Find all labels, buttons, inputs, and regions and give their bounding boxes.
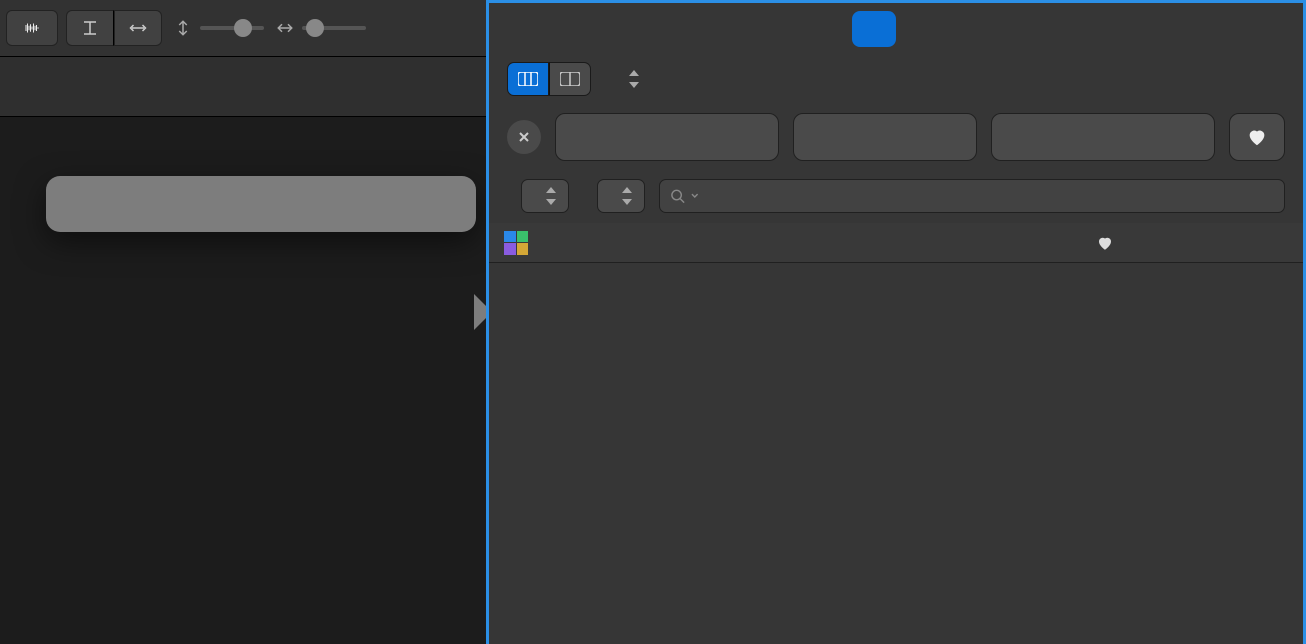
signature-select[interactable] (597, 179, 645, 213)
chevron-updown-icon (620, 186, 634, 206)
waveform-tool-button[interactable] (6, 10, 58, 46)
vertical-zoom-slider[interactable] (174, 19, 264, 37)
loop-browser-panel (486, 0, 1306, 644)
table-header (489, 223, 1303, 263)
button-view-button[interactable] (549, 62, 591, 96)
genre-filter-button[interactable] (793, 113, 977, 161)
column-header-favorite[interactable] (1079, 234, 1131, 252)
search-input[interactable] (705, 186, 1274, 207)
timeline-ruler[interactable] (0, 57, 486, 117)
column-view-button[interactable] (507, 62, 549, 96)
soundpacks-dropdown[interactable] (619, 69, 641, 89)
tab-apple-loops[interactable] (852, 11, 896, 47)
loop-type-column-icon[interactable] (504, 231, 528, 255)
toolbar (0, 0, 486, 57)
tab-untagged-loops[interactable] (896, 11, 940, 47)
chevron-updown-icon (627, 69, 641, 89)
descriptors-filter-button[interactable] (991, 113, 1215, 161)
horizontal-snap-button[interactable] (114, 10, 162, 46)
vertical-snap-button[interactable] (66, 10, 114, 46)
chevron-down-icon (691, 192, 699, 200)
loop-types-popover (46, 176, 476, 232)
clear-filters-button[interactable] (507, 120, 541, 154)
chevron-updown-icon (544, 186, 558, 206)
instrument-filter-button[interactable] (555, 113, 779, 161)
search-box[interactable] (659, 179, 1285, 213)
favorites-filter-button[interactable] (1229, 113, 1285, 161)
tabs-row (489, 3, 1303, 55)
scale-select[interactable] (521, 179, 569, 213)
left-pane (0, 0, 486, 644)
horizontal-zoom-slider[interactable] (276, 19, 366, 37)
